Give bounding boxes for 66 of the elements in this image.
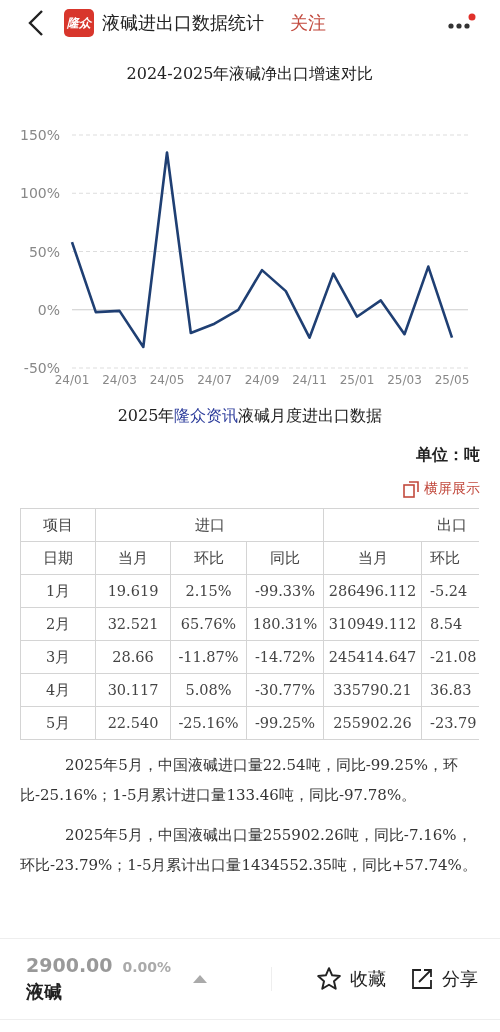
table-cell: 2.15% (170, 574, 247, 608)
share-button[interactable]: 分享 (410, 967, 478, 991)
table-cell: 5月 (20, 706, 96, 740)
table-cell: 1月 (20, 574, 96, 608)
table-header-cell: 进口 (95, 508, 324, 542)
table-cell: 32.521 (95, 607, 171, 641)
x-tick-label: 24/01 (54, 373, 90, 387)
table-header-cell: 当月 (95, 541, 171, 575)
table-cell: 310949.112 (323, 607, 422, 641)
landscape-button[interactable]: 横屏展示 (402, 480, 480, 498)
y-tick-label: 150% (19, 127, 60, 143)
x-tick-label: 25/03 (387, 373, 422, 387)
x-tick-label: 24/03 (102, 373, 137, 387)
favorite-button[interactable]: 收藏 (316, 966, 386, 992)
table-cell: -11.87% (170, 640, 247, 674)
table-cell: -30.77% (246, 673, 324, 707)
table-cell: -14.72% (246, 640, 324, 674)
table-cell: 255902.26 (323, 706, 422, 740)
table-cell: 2月 (20, 607, 96, 641)
price-change: 0.00% (122, 959, 172, 975)
table-header-cell: 当月 (323, 541, 422, 575)
product-name: 液碱 (26, 980, 63, 1004)
table-cell: 3月 (20, 640, 96, 674)
table-cell: 5.08% (170, 673, 247, 707)
x-tick-label: 24/05 (149, 373, 185, 387)
article-paragraph: 2025年5月，中国液碱出口量255902.26吨，同比-7.16%，环比-23.79%；1-5月累计出口量1434552.35吨，同比+57.74%。 (20, 825, 478, 876)
table-header-cell: 项目 (20, 508, 96, 542)
app-logo: 隆众 (64, 9, 94, 37)
table-header-cell: 同比 (246, 541, 324, 575)
star-icon (316, 966, 342, 992)
y-tick-label: 0% (37, 301, 60, 318)
chart-title: 2024-2025年液碱净出口增速对比 (125, 64, 375, 85)
y-tick-label: -50% (23, 360, 60, 376)
share-icon (410, 967, 434, 991)
y-tick-label: 50% (28, 243, 60, 260)
x-tick-label: 24/07 (197, 373, 232, 387)
x-tick-label: 25/05 (434, 373, 470, 387)
price-value: 2900.00 (26, 954, 113, 976)
table-cell: 245414.647 (323, 640, 422, 674)
table-cell: 180.31% (246, 607, 324, 641)
table-header-cell: 日期 (20, 541, 96, 575)
table-cell: -99.25% (246, 706, 324, 740)
table-header-cell: 环比 (170, 541, 247, 575)
table-cell: 65.76% (170, 607, 247, 641)
table-cell: 4月 (20, 673, 96, 707)
table-cell: 286496.112 (323, 574, 422, 608)
page-title: 液碱进出口数据统计 (102, 11, 264, 35)
article-paragraph: 2025年5月，中国液碱进口量22.54吨，同比-99.25%，环比-25.16%；1-5月累计进口量133.46吨，同比-97.78%。 (20, 755, 459, 806)
follow-button[interactable]: 关注 (290, 11, 326, 35)
x-tick-label: 25/01 (339, 373, 375, 387)
unit-label: 单位：吨 (415, 445, 481, 466)
rotate-screen-icon (402, 480, 420, 498)
table-cell: 28.66 (95, 640, 171, 674)
x-tick-label: 24/11 (292, 373, 327, 387)
up-triangle-icon (193, 975, 208, 983)
table-header-cell: 出口 (323, 508, 479, 542)
y-tick-label: 100% (19, 185, 60, 202)
table-cell: 22.540 (95, 706, 171, 740)
table-cell: 30.117 (95, 673, 171, 707)
table-cell: -25.16% (170, 706, 247, 740)
back-icon[interactable] (28, 9, 44, 37)
x-tick-label: 24/09 (244, 373, 280, 387)
table-title: 2025年隆众资讯液碱月度进出口数据 (116, 406, 384, 427)
table-cell: -99.33% (246, 574, 324, 608)
table-cell: 19.619 (95, 574, 171, 608)
table-cell: 335790.21 (323, 673, 422, 707)
